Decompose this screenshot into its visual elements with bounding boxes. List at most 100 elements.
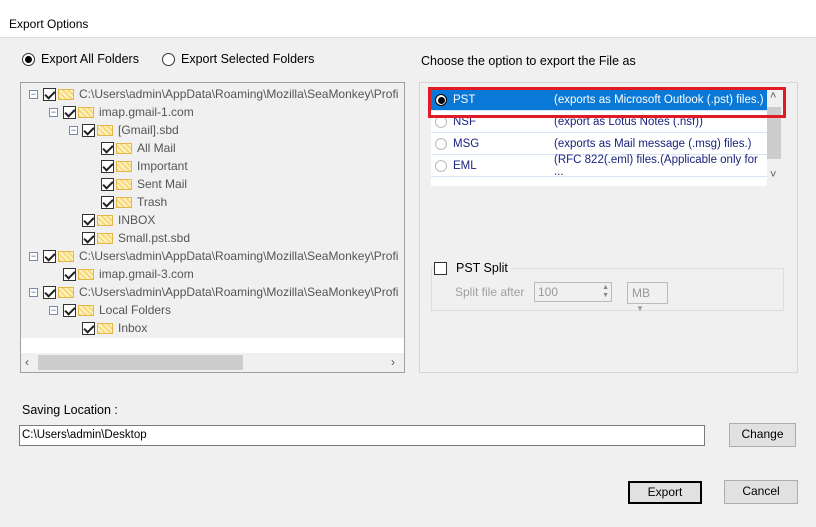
checkbox-icon[interactable] (43, 87, 56, 101)
checkbox-icon[interactable] (43, 249, 56, 263)
cancel-button[interactable]: Cancel (724, 480, 798, 504)
tree-node-label: Important (137, 159, 188, 173)
checkbox-icon[interactable] (43, 285, 56, 299)
dropdown-icon: ▼ (636, 304, 644, 313)
tree-node[interactable]: Sent Mail (101, 175, 187, 193)
collapse-icon[interactable]: − (49, 108, 58, 117)
checkbox-icon[interactable] (101, 141, 114, 155)
tree-node[interactable]: Local Folders (63, 301, 171, 319)
folder-icon (58, 286, 74, 298)
folder-icon (116, 178, 132, 190)
highlight-box (428, 87, 786, 118)
split-unit-value: MB (632, 286, 650, 300)
format-name: MSG (453, 137, 480, 150)
tree-node-label: C:\Users\admin\AppData\Roaming\Mozilla\S… (79, 285, 399, 299)
tree-node[interactable]: C:\Users\admin\AppData\Roaming\Mozilla\S… (43, 85, 398, 103)
radio-icon (22, 52, 35, 66)
tree-node[interactable]: C:\Users\admin\AppData\Roaming\Mozilla\S… (43, 283, 398, 301)
folder-icon (78, 106, 94, 118)
collapse-icon[interactable]: − (29, 90, 38, 99)
tree-node[interactable]: Important (101, 157, 188, 175)
checkbox-icon[interactable] (82, 321, 95, 335)
tree-node-label: Trash (137, 195, 168, 209)
format-description: (exports as Mail message (.msg) files.) (554, 137, 752, 150)
checkbox-icon[interactable] (101, 159, 114, 173)
format-name: EML (453, 159, 477, 172)
split-unit-select[interactable]: MB ▼ (627, 282, 668, 313)
checkbox-icon[interactable] (82, 123, 95, 137)
folder-icon (58, 88, 74, 100)
export-button[interactable]: Export (628, 481, 702, 504)
scroll-down-icon[interactable]: ˅ (770, 169, 776, 181)
tree-node-label: C:\Users\admin\AppData\Roaming\Mozilla\S… (79, 249, 399, 263)
folder-icon (78, 304, 94, 316)
tree-node[interactable]: Trash (101, 193, 167, 211)
folder-icon (116, 196, 132, 208)
folder-icon (97, 232, 113, 244)
window-title: Export Options (9, 17, 89, 31)
folder-icon (58, 250, 74, 262)
tree-node[interactable]: C:\Users\admin\AppData\Roaming\Mozilla\S… (43, 247, 398, 265)
folder-icon (78, 268, 94, 280)
folder-icon (97, 124, 113, 136)
checkbox-icon[interactable] (101, 195, 114, 209)
checkbox-icon[interactable] (63, 303, 76, 317)
export-selected-folders-label: Export Selected Folders (181, 52, 315, 66)
folder-icon (116, 160, 132, 172)
tree-node-label: INBOX (118, 213, 156, 227)
tree-node-label: [Gmail].sbd (118, 123, 179, 137)
pst-split-label: PST Split (456, 261, 508, 275)
tree-node-label: Small.pst.sbd (118, 231, 191, 245)
radio-icon (162, 52, 175, 66)
checkbox-icon (434, 261, 447, 275)
checkbox-icon[interactable] (101, 177, 114, 191)
checkbox-icon[interactable] (63, 267, 76, 281)
radio-icon (435, 137, 447, 150)
folder-icon (116, 142, 132, 154)
change-button[interactable]: Change (729, 423, 796, 447)
tree-node[interactable]: All Mail (101, 139, 176, 157)
checkbox-icon[interactable] (63, 105, 76, 119)
title-bar (0, 0, 816, 38)
saving-location-label: Saving Location : (22, 403, 118, 417)
format-heading: Choose the option to export the File as (421, 54, 636, 68)
tree-node[interactable]: imap.gmail-3.com (63, 265, 194, 283)
split-size-value: 100 (538, 285, 559, 299)
format-option-msg[interactable]: MSG (exports as Mail message (.msg) files… (431, 133, 767, 155)
scrollbar-thumb[interactable] (38, 355, 243, 370)
horizontal-scrollbar[interactable]: ‹ › (21, 353, 404, 372)
format-description: (RFC 822(.eml) files.(Applicable only fo… (554, 153, 758, 178)
tree-node-label: imap.gmail-1.com (99, 105, 194, 119)
tree-node-label: All Mail (137, 141, 176, 155)
folder-icon (97, 322, 113, 334)
tree-node[interactable]: Small.pst.sbd (82, 229, 190, 247)
split-size-stepper[interactable]: 100 ▲ ▼ (534, 282, 612, 302)
export-selected-folders-radio[interactable]: Export Selected Folders (162, 52, 314, 66)
tree-node-label: Sent Mail (137, 177, 188, 191)
spin-arrows-icon[interactable]: ▲ ▼ (602, 284, 609, 300)
folder-icon (97, 214, 113, 226)
saving-location-input[interactable]: C:\Users\admin\Desktop (19, 425, 705, 446)
tree-node[interactable]: imap.gmail-1.com (63, 103, 194, 121)
tree-node-label: Local Folders (99, 303, 172, 317)
format-option-eml[interactable]: EML (RFC 822(.eml) files.(Applicable only… (431, 153, 767, 178)
collapse-icon[interactable]: − (49, 306, 58, 315)
tree-node[interactable]: Inbox (82, 319, 147, 337)
collapse-icon[interactable]: − (29, 252, 38, 261)
scroll-right-icon[interactable]: › (391, 355, 395, 369)
tree-node-label: C:\Users\admin\AppData\Roaming\Mozilla\S… (79, 87, 399, 101)
tree-node[interactable]: [Gmail].sbd (82, 121, 179, 139)
tree-node[interactable]: INBOX (82, 211, 155, 229)
checkbox-icon[interactable] (82, 231, 95, 245)
tree-node-label: Inbox (118, 321, 148, 335)
pst-split-checkbox[interactable]: PST Split (434, 261, 511, 275)
checkbox-icon[interactable] (82, 213, 95, 227)
radio-icon (435, 159, 447, 172)
collapse-icon[interactable]: − (29, 288, 38, 297)
export-all-folders-radio[interactable]: Export All Folders (22, 52, 139, 66)
scroll-left-icon[interactable]: ‹ (25, 355, 29, 369)
split-after-label: Split file after (455, 285, 525, 299)
export-all-folders-label: Export All Folders (41, 52, 139, 66)
folder-tree[interactable]: − C:\Users\admin\AppData\Roaming\Mozilla\… (20, 82, 405, 373)
collapse-icon[interactable]: − (69, 126, 78, 135)
